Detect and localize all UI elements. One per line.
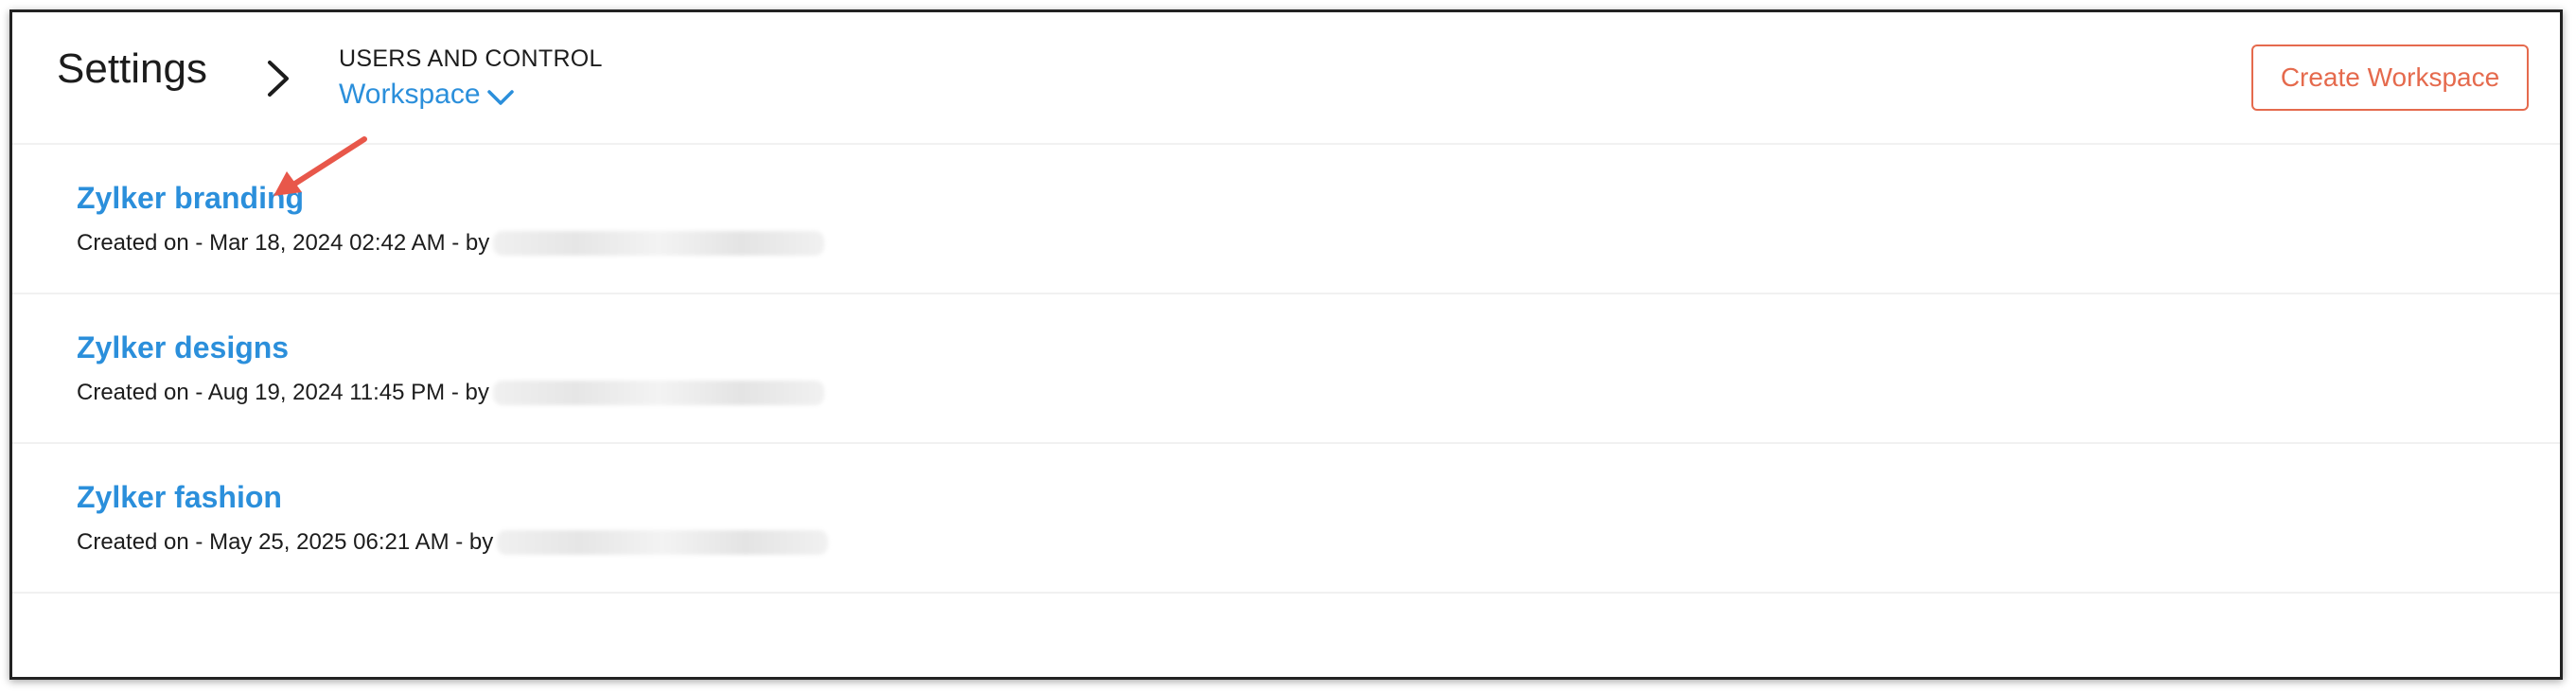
workspace-name[interactable]: Zylker designs bbox=[77, 330, 289, 365]
list-item: Zylker designs Created on - Aug 19, 2024… bbox=[12, 294, 2560, 444]
list-item: Zylker fashion Created on - May 25, 2025… bbox=[12, 444, 2560, 594]
redacted-creator bbox=[492, 381, 824, 405]
created-on-text: Created on - Aug 19, 2024 11:45 PM - by bbox=[77, 380, 489, 405]
workspace-name[interactable]: Zylker fashion bbox=[77, 480, 282, 515]
create-workspace-button[interactable]: Create Workspace bbox=[2251, 44, 2529, 111]
redacted-creator bbox=[493, 231, 825, 256]
workspace-meta: Created on - May 25, 2025 06:21 AM - by bbox=[77, 529, 829, 556]
workspace-meta: Created on - Aug 19, 2024 11:45 PM - by bbox=[77, 380, 824, 406]
page-title: Settings bbox=[57, 45, 207, 92]
workspace-dropdown[interactable]: Workspace bbox=[339, 79, 515, 111]
list-item: Zylker branding Created on - Mar 18, 202… bbox=[12, 145, 2560, 294]
chevron-down-icon bbox=[486, 90, 514, 105]
redacted-creator bbox=[497, 530, 829, 555]
chevron-right-icon bbox=[268, 61, 289, 97]
settings-window: Settings USERS AND CONTROL Workspace Cre… bbox=[9, 9, 2563, 680]
created-on-text: Created on - May 25, 2025 06:21 AM - by bbox=[77, 529, 494, 555]
breadcrumb-parent: USERS AND CONTROL bbox=[339, 45, 603, 72]
created-on-text: Created on - Mar 18, 2024 02:42 AM - by bbox=[77, 230, 490, 256]
workspace-meta: Created on - Mar 18, 2024 02:42 AM - by bbox=[77, 230, 825, 257]
workspace-list: Zylker branding Created on - Mar 18, 202… bbox=[12, 145, 2560, 594]
workspace-dropdown-label: Workspace bbox=[339, 79, 481, 110]
page-header: Settings USERS AND CONTROL Workspace Cre… bbox=[12, 12, 2560, 145]
workspace-name[interactable]: Zylker branding bbox=[77, 181, 304, 216]
